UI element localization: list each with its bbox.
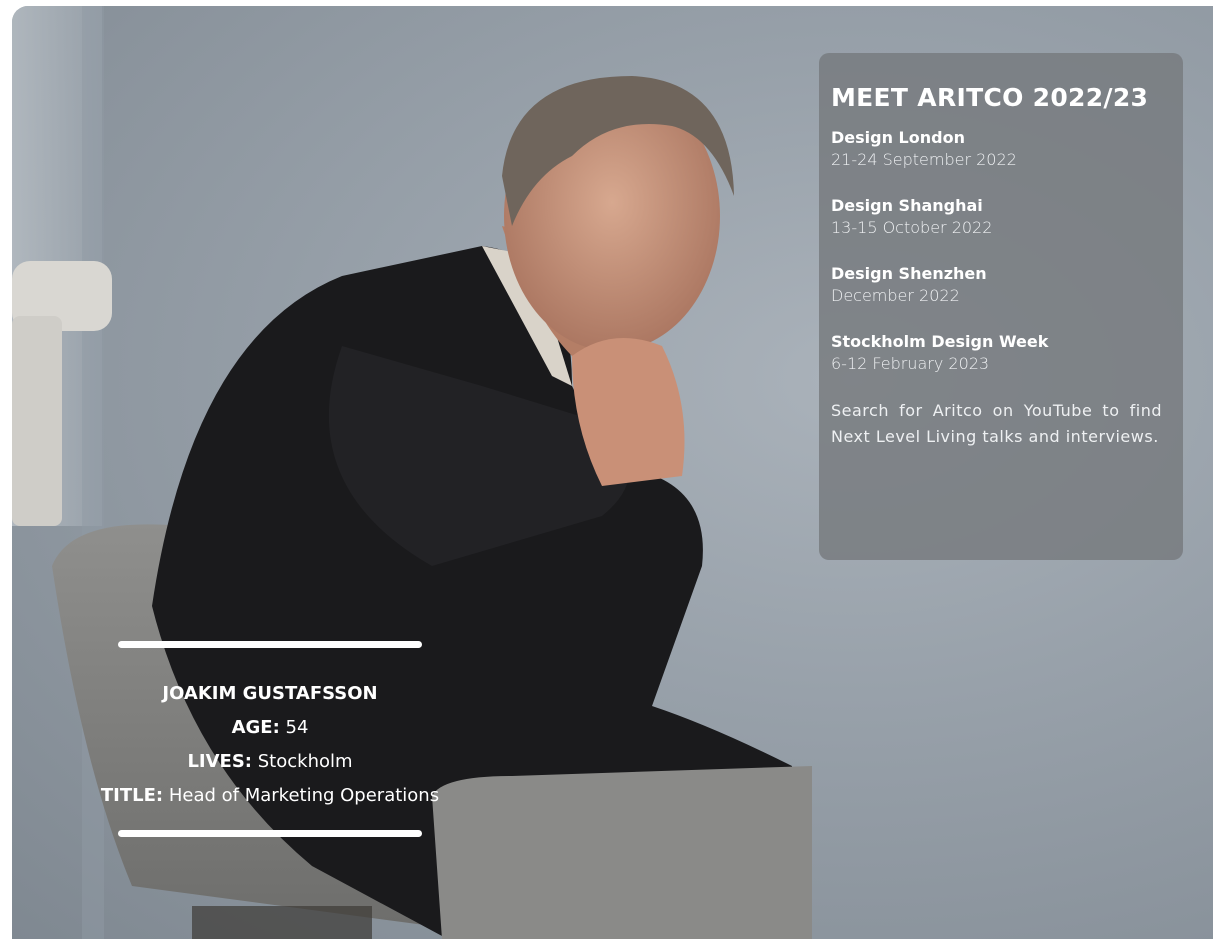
divider-bottom <box>118 830 422 837</box>
event-item: Design Shenzhen December 2022 <box>831 262 1162 307</box>
event-name: Design Shenzhen <box>831 264 987 283</box>
divider-top <box>118 641 422 648</box>
event-date: December 2022 <box>831 286 960 305</box>
lives-value: Stockholm <box>257 751 353 772</box>
event-item: Design Shanghai 13-15 October 2022 <box>831 194 1162 239</box>
profile-name: JOAKIM GUSTAFSSON <box>162 683 378 704</box>
profile-lives: LIVES: Stockholm <box>60 745 480 779</box>
title-label: TITLE: <box>100 785 164 806</box>
event-name: Design Shanghai <box>831 196 983 215</box>
event-date: 21-24 September 2022 <box>831 150 1017 169</box>
event-item: Stockholm Design Week 6-12 February 2023 <box>831 330 1162 375</box>
events-panel: MEET ARITCO 2022/23 Design London 21-24 … <box>819 53 1183 560</box>
chair-seat <box>432 766 812 939</box>
title-value: Head of Marketing Operations <box>168 785 440 806</box>
event-name: Design London <box>831 128 965 147</box>
event-item: Design London 21-24 September 2022 <box>831 126 1162 171</box>
magazine-page: MEET ARITCO 2022/23 Design London 21-24 … <box>0 0 1213 939</box>
profile-card: JOAKIM GUSTAFSSON AGE: 54 LIVES: Stockho… <box>60 677 480 813</box>
age-label: AGE: <box>231 717 280 738</box>
lives-label: LIVES: <box>187 751 253 772</box>
profile-title: TITLE: Head of Marketing Operations <box>60 779 480 813</box>
youtube-note: Search for Aritco on YouTube to find Nex… <box>831 401 1162 446</box>
event-date: 6-12 February 2023 <box>831 354 990 373</box>
profile-age: AGE: 54 <box>60 711 480 745</box>
age-value: 54 <box>285 717 309 738</box>
event-date: 13-15 October 2022 <box>831 218 993 237</box>
event-name: Stockholm Design Week <box>831 332 1049 351</box>
events-heading: MEET ARITCO 2022/23 <box>831 83 1149 112</box>
